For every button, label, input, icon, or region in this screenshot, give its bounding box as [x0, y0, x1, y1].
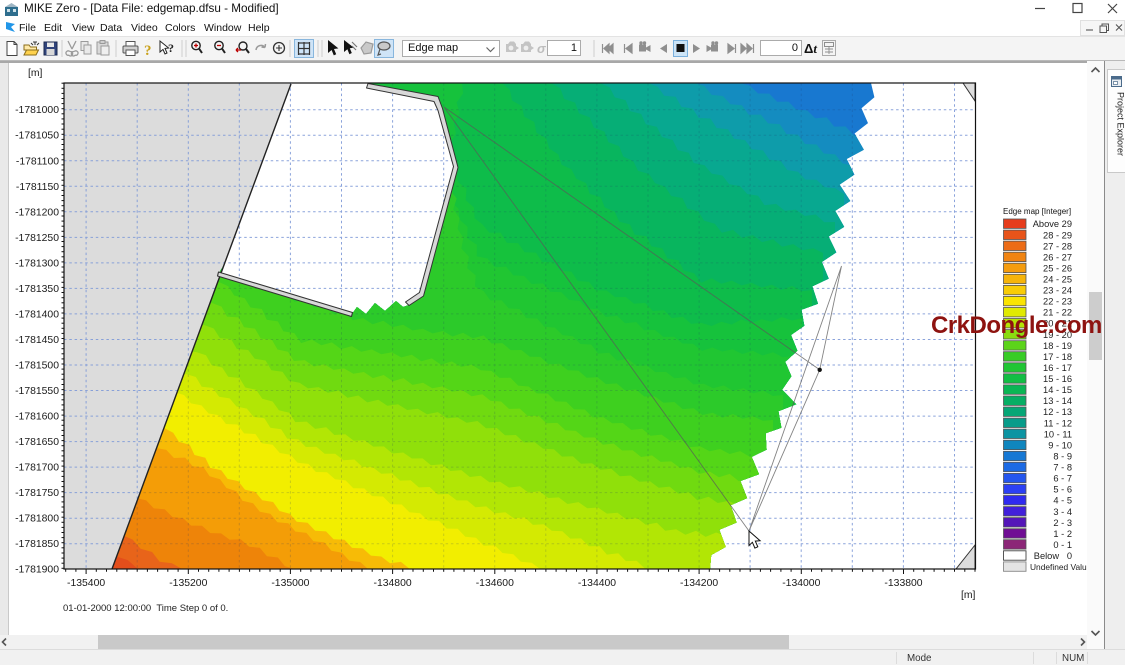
svg-text:9 - 10: 9 - 10 — [1048, 440, 1072, 450]
svg-text:-1781050: -1781050 — [15, 131, 59, 142]
svg-text:[m]: [m] — [28, 68, 43, 79]
svg-text:15 - 16: 15 - 16 — [1043, 374, 1072, 384]
svg-text:-133800: -133800 — [884, 578, 922, 589]
svg-text:7 - 8: 7 - 8 — [1053, 463, 1072, 473]
svg-text:-1781600: -1781600 — [15, 412, 59, 423]
svg-text:14 - 15: 14 - 15 — [1043, 385, 1072, 395]
svg-text:-1781700: -1781700 — [15, 463, 59, 474]
svg-text:27 - 28: 27 - 28 — [1043, 241, 1072, 251]
svg-text:-1781150: -1781150 — [16, 182, 59, 193]
svg-text:6 - 7: 6 - 7 — [1053, 474, 1072, 484]
svg-text:-1781900: -1781900 — [15, 565, 59, 576]
svg-text:Below 0: Below 0 — [1034, 551, 1072, 561]
svg-text:-1781400: -1781400 — [15, 309, 59, 320]
svg-text:Edge map [Integer]: Edge map [Integer] — [1003, 207, 1071, 216]
svg-text:-1781000: -1781000 — [15, 105, 59, 116]
svg-text:-1781800: -1781800 — [15, 514, 59, 525]
svg-text:?: ? — [168, 41, 174, 55]
svg-text:Above 29: Above 29 — [1033, 219, 1072, 229]
svg-text:-1781650: -1781650 — [15, 437, 59, 448]
svg-text:-1781750: -1781750 — [15, 488, 59, 499]
svg-text:-1781450: -1781450 — [15, 335, 59, 346]
svg-text:18 - 19: 18 - 19 — [1043, 341, 1072, 351]
svg-text:0 - 1: 0 - 1 — [1053, 540, 1072, 550]
svg-text:-1781500: -1781500 — [15, 361, 59, 372]
svg-text:22 - 23: 22 - 23 — [1043, 297, 1072, 307]
svg-text:-134200: -134200 — [680, 578, 718, 589]
svg-text:8 - 9: 8 - 9 — [1053, 452, 1072, 462]
svg-text:?: ? — [144, 43, 152, 59]
svg-text:Undefined Value: Undefined Value — [1030, 562, 1092, 572]
svg-text:Δt: Δt — [804, 41, 817, 56]
svg-text:3 - 4: 3 - 4 — [1053, 507, 1072, 517]
svg-text:11 - 12: 11 - 12 — [1044, 418, 1072, 428]
svg-text:-134800: -134800 — [374, 578, 412, 589]
svg-text:-135200: -135200 — [169, 578, 207, 589]
svg-text:5 - 6: 5 - 6 — [1053, 485, 1072, 495]
svg-text:-134600: -134600 — [476, 578, 514, 589]
svg-text:-1781300: -1781300 — [15, 258, 59, 269]
svg-text:28 - 29: 28 - 29 — [1043, 230, 1072, 240]
svg-text:[m]: [m] — [961, 590, 976, 601]
svg-text:16 - 17: 16 - 17 — [1043, 363, 1072, 373]
svg-text:10 - 11: 10 - 11 — [1044, 429, 1072, 439]
svg-text:-1781350: -1781350 — [15, 284, 59, 295]
svg-text:12 - 13: 12 - 13 — [1043, 407, 1072, 417]
svg-text:25 - 26: 25 - 26 — [1043, 263, 1072, 273]
svg-text:-135400: -135400 — [67, 578, 105, 589]
svg-text:26 - 27: 26 - 27 — [1043, 252, 1072, 262]
svg-text:17 - 18: 17 - 18 — [1043, 352, 1072, 362]
svg-text:-1781250: -1781250 — [15, 233, 59, 244]
svg-text:-1781850: -1781850 — [15, 539, 59, 550]
svg-text:-134400: -134400 — [578, 578, 616, 589]
svg-text:2 - 3: 2 - 3 — [1053, 518, 1072, 528]
svg-text:4 - 5: 4 - 5 — [1053, 496, 1072, 506]
svg-text:-134000: -134000 — [782, 578, 820, 589]
svg-text:-135000: -135000 — [271, 578, 309, 589]
svg-text:24 - 25: 24 - 25 — [1043, 275, 1072, 285]
svg-text:1 - 2: 1 - 2 — [1053, 529, 1072, 539]
svg-text:23 - 24: 23 - 24 — [1043, 286, 1072, 296]
svg-text:01-01-2000 12:00:00 Time Step: 01-01-2000 12:00:00 Time Step 0 of 0. — [63, 603, 228, 614]
svg-text:13 - 14: 13 - 14 — [1043, 396, 1072, 406]
svg-text:-1781550: -1781550 — [15, 386, 59, 397]
svg-text:-1781200: -1781200 — [15, 207, 59, 218]
svg-text:-1781100: -1781100 — [16, 156, 59, 167]
